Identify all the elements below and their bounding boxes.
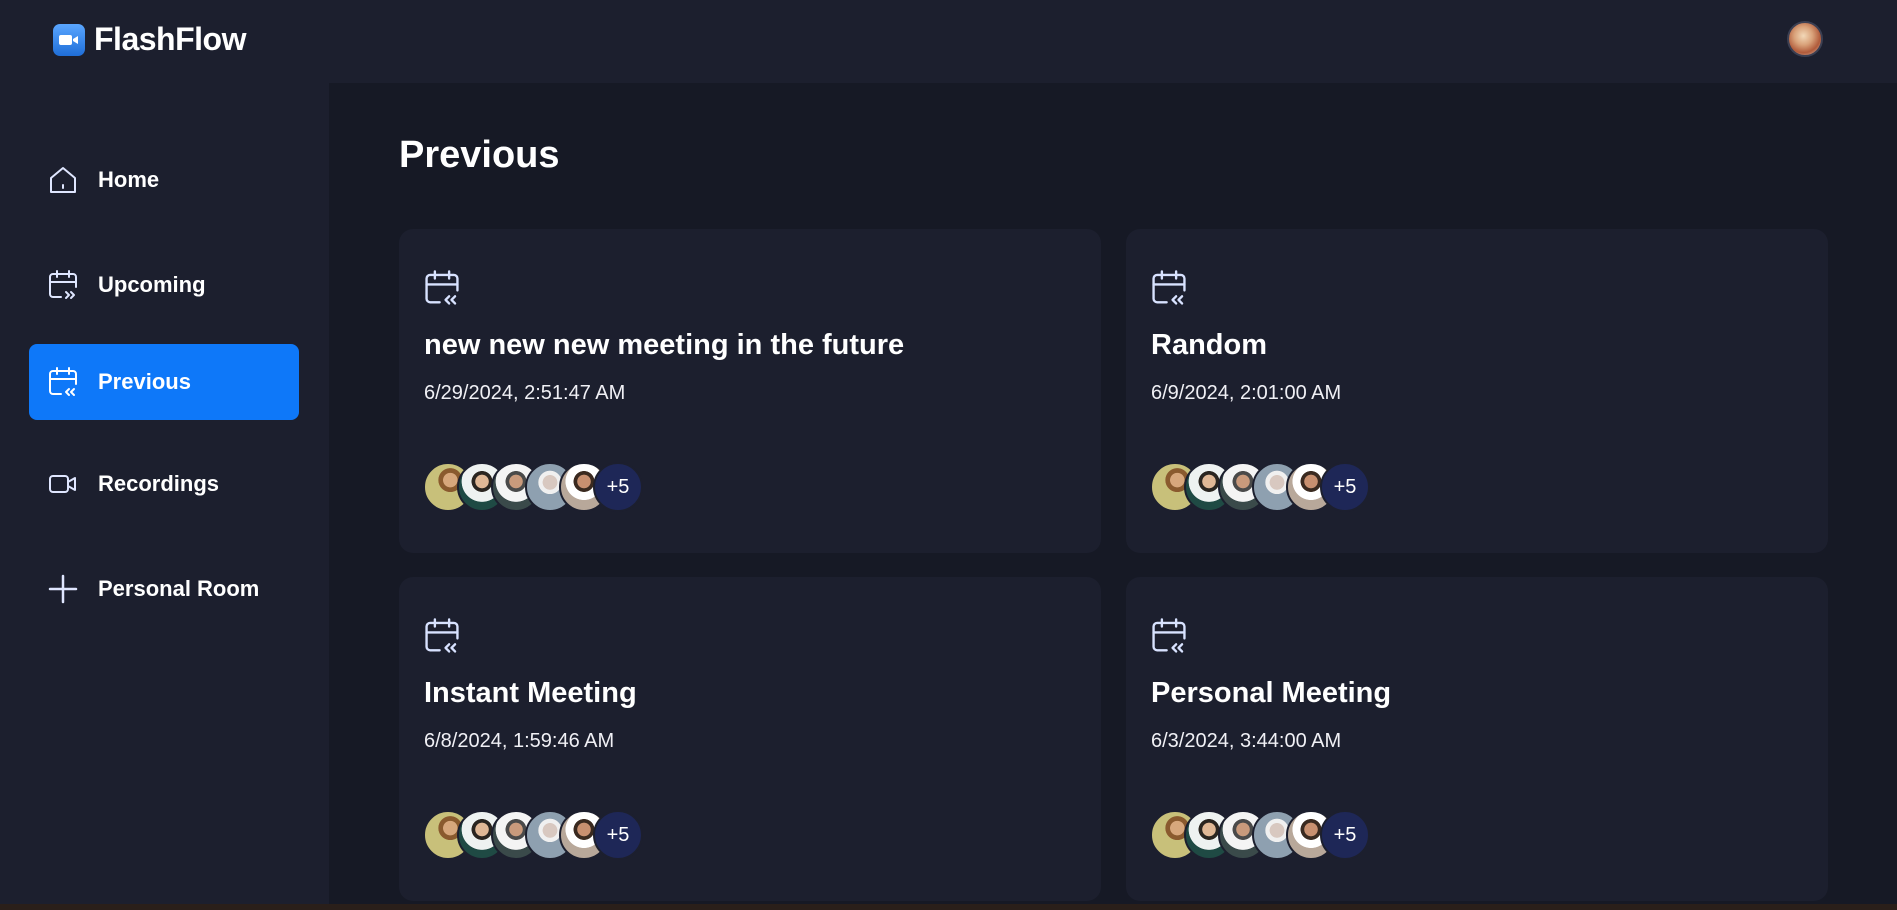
window-bottom-edge <box>0 904 1897 910</box>
meeting-card[interactable]: new new new meeting in the future 6/29/2… <box>399 229 1101 553</box>
logo[interactable]: FlashFlow <box>53 21 246 58</box>
meeting-title: Instant Meeting <box>424 677 637 709</box>
attendee-avatars: +5 <box>1150 462 1370 512</box>
sidebar-item-recordings[interactable]: Recordings <box>29 446 299 522</box>
sidebar-item-previous[interactable]: Previous <box>29 344 299 420</box>
meeting-date: 6/9/2024, 2:01:00 AM <box>1151 382 1342 404</box>
attendee-avatars: +5 <box>423 810 643 860</box>
meeting-card[interactable]: Personal Meeting 6/3/2024, 3:44:00 AM +5 <box>1126 577 1828 901</box>
sidebar-item-personal-room[interactable]: Personal Room <box>29 551 299 627</box>
sidebar-item-label: Personal Room <box>98 576 260 601</box>
sidebar: Home Upcoming Previous Recordings Person… <box>0 83 329 910</box>
plus-icon <box>47 573 79 605</box>
sidebar-item-label: Recordings <box>98 471 220 496</box>
meeting-card[interactable]: Random 6/9/2024, 2:01:00 AM +5 <box>1126 229 1828 553</box>
meeting-title: Random <box>1151 329 1267 361</box>
sidebar-item-label: Previous <box>98 369 191 394</box>
attendee-avatars: +5 <box>1150 810 1370 860</box>
meeting-card[interactable]: Instant Meeting 6/8/2024, 1:59:46 AM +5 <box>399 577 1101 901</box>
user-avatar[interactable] <box>1787 21 1823 57</box>
page-title: Previous <box>399 134 560 176</box>
calendar-previous-icon <box>1150 269 1188 307</box>
video-icon <box>47 468 79 500</box>
calendar-upcoming-icon <box>47 269 79 301</box>
top-bar: FlashFlow <box>0 0 1897 83</box>
more-attendees-badge: +5 <box>593 810 643 860</box>
sidebar-item-label: Home <box>98 167 160 192</box>
calendar-previous-icon <box>423 617 461 655</box>
meeting-date: 6/3/2024, 3:44:00 AM <box>1151 730 1342 752</box>
home-icon <box>47 164 79 196</box>
app-name: FlashFlow <box>94 21 246 57</box>
attendee-avatars: +5 <box>423 462 643 512</box>
calendar-previous-icon <box>47 366 79 398</box>
logo-video-icon <box>53 23 85 56</box>
sidebar-item-upcoming[interactable]: Upcoming <box>29 247 299 323</box>
calendar-previous-icon <box>1150 617 1188 655</box>
meeting-date: 6/8/2024, 1:59:46 AM <box>424 730 615 752</box>
meeting-date: 6/29/2024, 2:51:47 AM <box>424 382 626 404</box>
more-attendees-badge: +5 <box>1320 462 1370 512</box>
sidebar-item-home[interactable]: Home <box>29 142 299 218</box>
meeting-title: new new new meeting in the future <box>424 329 905 361</box>
meeting-title: Personal Meeting <box>1151 677 1392 709</box>
sidebar-item-label: Upcoming <box>98 272 206 297</box>
calendar-previous-icon <box>423 269 461 307</box>
more-attendees-badge: +5 <box>593 462 643 512</box>
more-attendees-badge: +5 <box>1320 810 1370 860</box>
